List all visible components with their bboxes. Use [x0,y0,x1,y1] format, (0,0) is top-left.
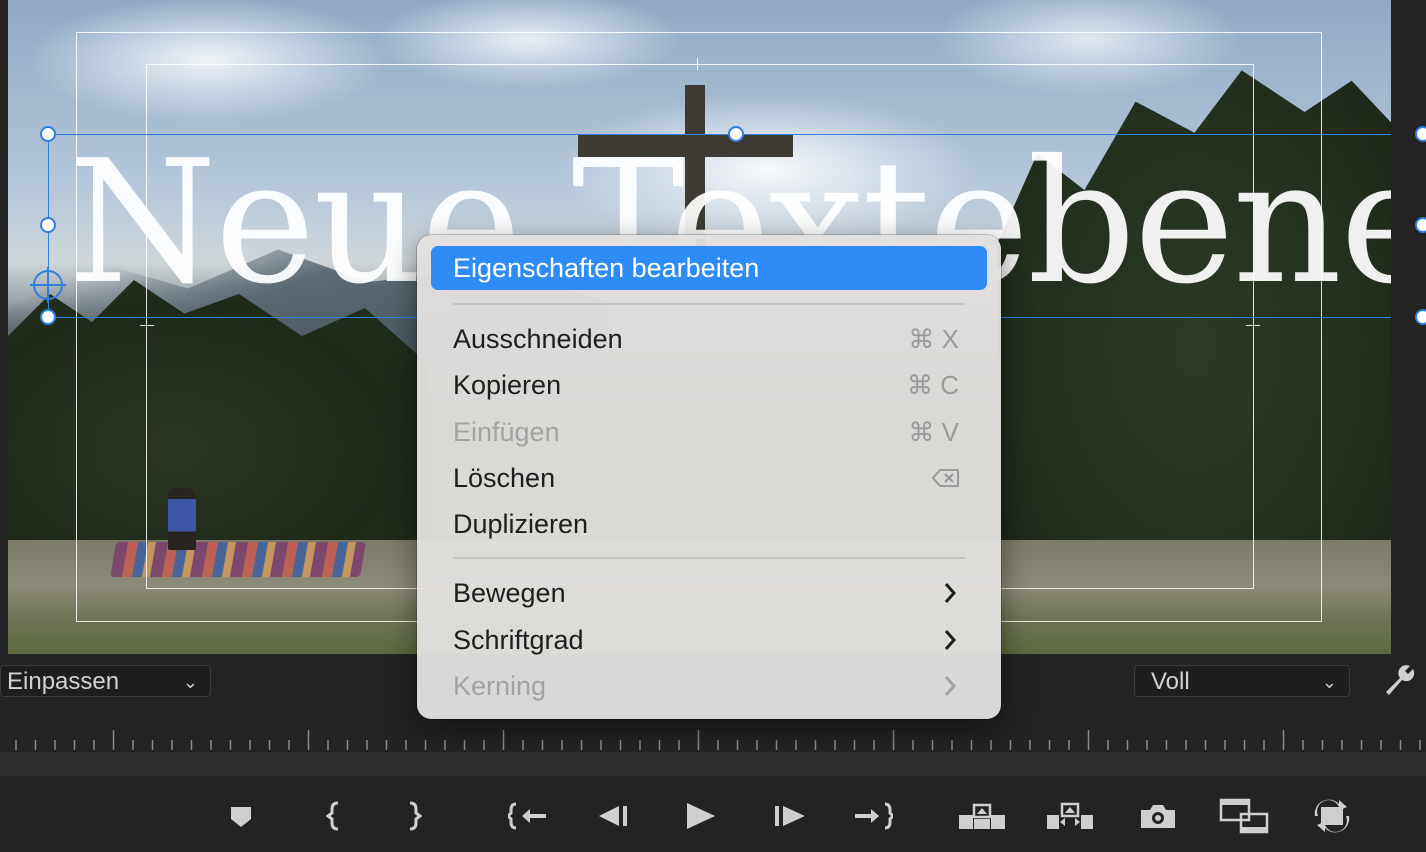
menu-item-copy[interactable]: Kopieren ⌘ C [431,363,987,407]
insert-button[interactable] [1216,790,1272,842]
overwrite-icon [1314,799,1350,833]
step-back-icon [599,806,627,826]
add-marker-icon [231,807,251,827]
step-back-button[interactable] [586,790,642,842]
playback-resolution-value: Voll [1151,668,1190,695]
menu-item-label: Löschen [453,463,556,493]
lift-icon [959,803,1005,829]
resize-handle-top-right[interactable] [1415,126,1426,142]
menu-item-label: Duplizieren [453,509,589,539]
resize-handle-top-center[interactable] [728,126,744,142]
context-menu: Eigenschaften bearbeiten Ausschneiden ⌘ … [417,235,1001,719]
menu-item-kerning: Kerning [431,664,987,708]
resize-handle-bottom-right[interactable] [1415,309,1426,325]
mark-in-button[interactable] [306,790,362,842]
menu-item-label: Eigenschaften bearbeiten [453,253,760,283]
anchor-point-icon[interactable] [30,267,66,303]
go-to-in-button[interactable] [500,790,556,842]
wrench-settings-icon[interactable] [1378,662,1418,698]
resize-handle-top-left[interactable] [40,126,56,142]
menu-item-shortcut: ⌘ V [908,417,959,447]
extract-button[interactable] [1042,790,1098,842]
step-forward-button[interactable] [762,790,818,842]
zoom-level-dropdown[interactable]: Einpassen ⌄ [0,665,211,697]
safe-center-tick-left [140,325,154,326]
resize-handle-bottom-left[interactable] [40,309,56,325]
menu-separator [453,303,965,305]
menu-separator [453,557,965,559]
menu-item-duplicate[interactable]: Duplizieren [431,502,987,546]
mark-in-icon [326,801,339,831]
menu-item-label: Kopieren [453,370,562,400]
menu-item-label: Kerning [453,671,547,701]
add-marker-button[interactable] [213,790,269,842]
menu-item-delete[interactable]: Löschen [431,456,987,500]
mark-out-icon [409,801,422,831]
extract-icon [1047,802,1093,829]
safe-center-tick-right [1246,325,1260,326]
play-icon [687,803,715,829]
menu-item-label: Schriftgrad [453,625,584,655]
menu-item-move[interactable]: Bewegen [431,571,987,615]
resize-handle-middle-left[interactable] [40,217,56,233]
menu-item-shortcut: ⌘ X [908,324,959,354]
menu-item-label: Ausschneiden [453,324,623,354]
menu-item-paste: Einfügen ⌘ V [431,410,987,454]
chevron-right-icon [944,630,957,650]
delete-key-icon [932,469,959,487]
camera-icon [1141,805,1175,828]
menu-item-shortcut: ⌘ C [907,370,959,400]
menu-item-label: Einfügen [453,417,560,447]
safe-center-tick-top [697,58,698,70]
play-button[interactable] [672,790,728,842]
chevron-right-icon [944,583,957,603]
mark-out-button[interactable] [386,790,442,842]
time-ruler[interactable] [0,728,1426,752]
menu-item-edit-properties[interactable]: Eigenschaften bearbeiten [431,246,987,290]
chevron-right-icon [944,676,957,696]
playhead-navigator-bar[interactable] [0,752,1426,776]
export-frame-button[interactable] [1130,790,1186,842]
menu-item-font-size[interactable]: Schriftgrad [431,618,987,662]
menu-item-cut[interactable]: Ausschneiden ⌘ X [431,317,987,361]
menu-item-label: Bewegen [453,578,566,608]
lift-button[interactable] [954,790,1010,842]
step-forward-icon [775,806,805,826]
go-to-out-button[interactable] [845,790,901,842]
chevron-down-icon: ⌄ [1321,672,1337,692]
resize-handle-middle-right[interactable] [1415,217,1426,233]
playback-resolution-dropdown[interactable]: Voll ⌄ [1134,665,1350,697]
chevron-down-icon: ⌄ [182,672,198,692]
overwrite-button[interactable] [1304,790,1360,842]
zoom-level-value: Einpassen [7,668,120,695]
insert-icon [1219,798,1269,834]
go-to-out-icon [855,802,893,830]
go-to-in-icon [508,802,546,830]
